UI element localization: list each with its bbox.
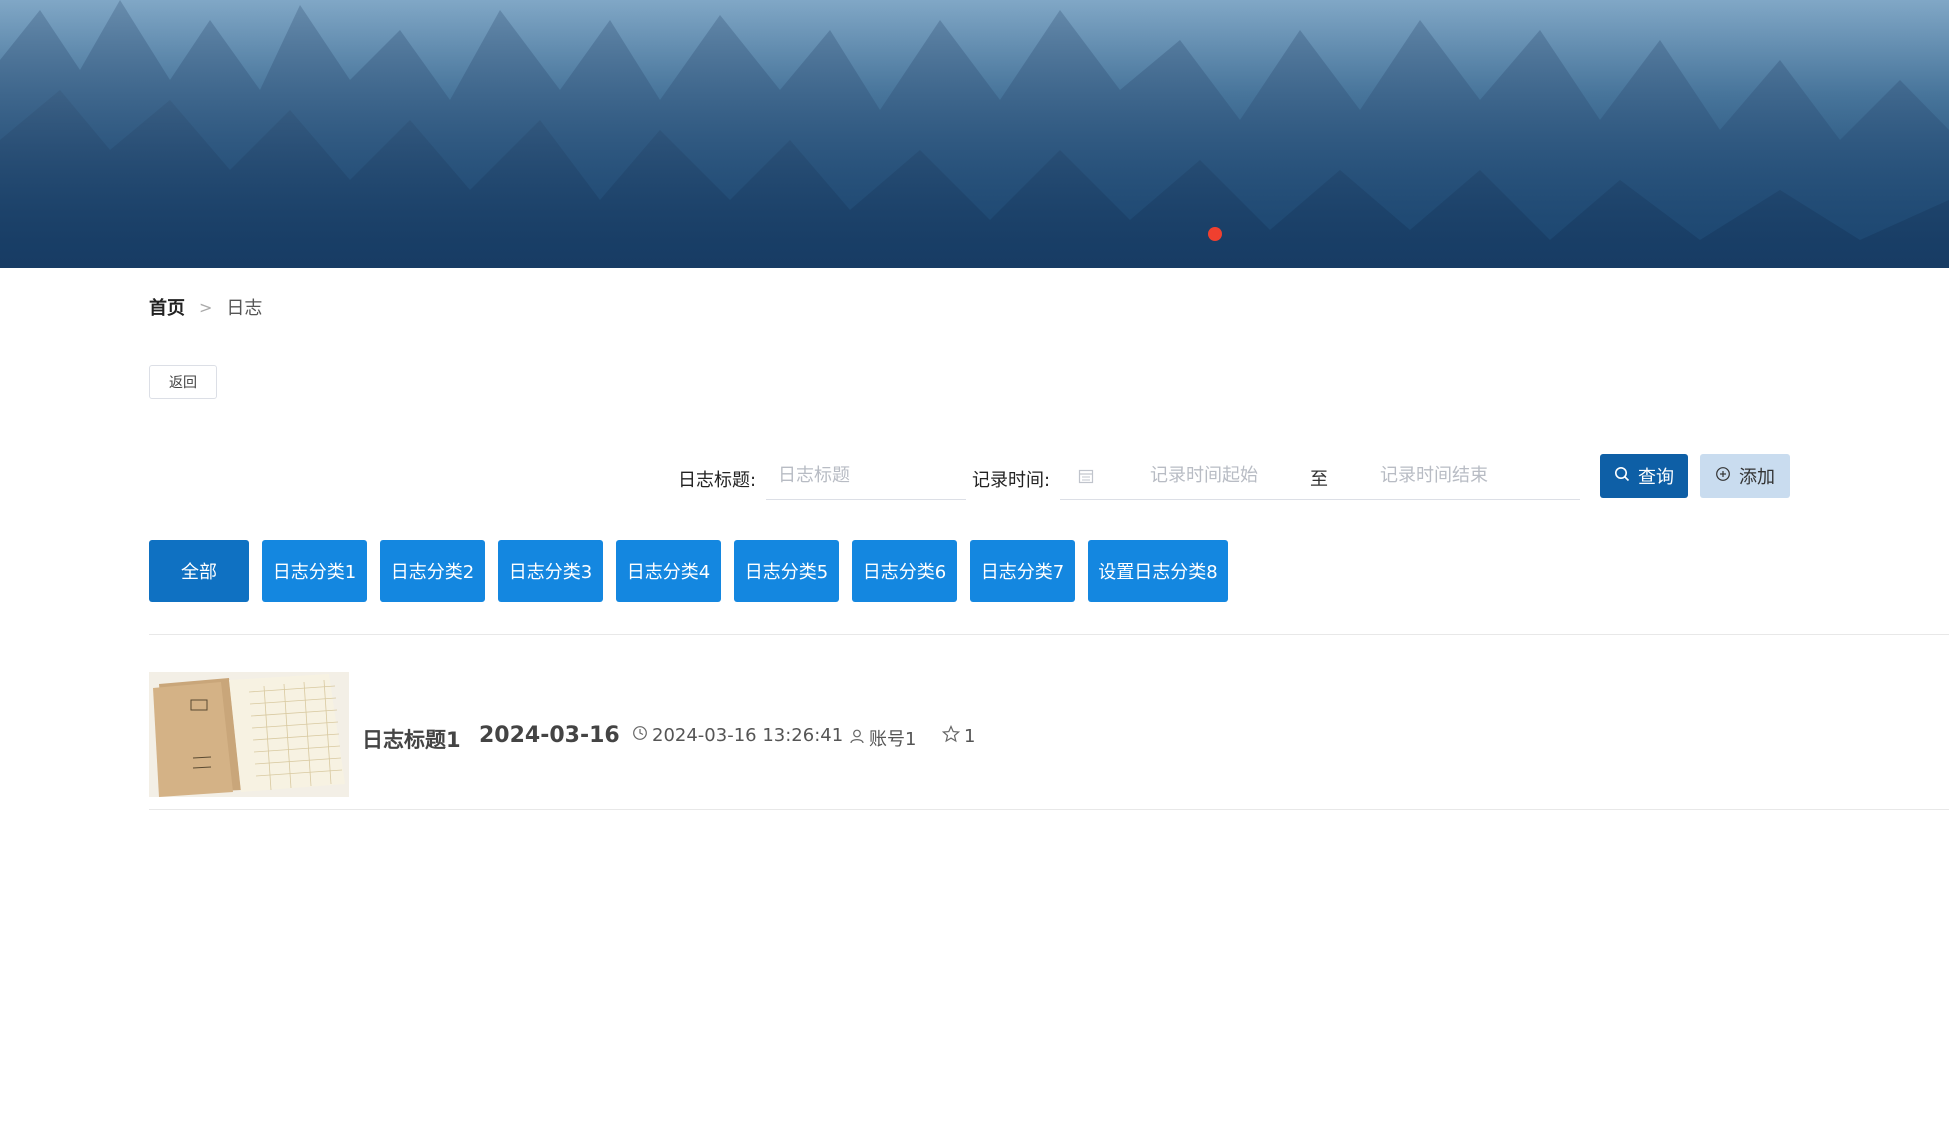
category-tab-4[interactable]: 日志分类4 (616, 540, 721, 602)
breadcrumb-separator: > (199, 297, 213, 317)
breadcrumb-home[interactable]: 首页 (149, 294, 185, 320)
forest-banner-image (0, 0, 1949, 268)
item-thumbnail[interactable] (149, 672, 349, 797)
category-tab-1[interactable]: 日志分类1 (262, 540, 367, 602)
carousel-indicator-dot[interactable] (1208, 227, 1222, 241)
item-account: 账号1 (849, 725, 916, 751)
time-range-picker[interactable]: 至 (1060, 452, 1580, 500)
time-end-input[interactable] (1380, 465, 1570, 486)
item-title[interactable]: 日志标题1 (362, 724, 461, 754)
calendar-icon (1078, 468, 1094, 489)
time-filter-label: 记录时间: (972, 470, 1051, 491)
category-tab-2[interactable]: 日志分类2 (380, 540, 485, 602)
search-icon (1614, 466, 1630, 487)
title-search-input[interactable] (766, 465, 966, 486)
item-timestamp-text: 2024-03-16 13:26:41 (652, 725, 844, 746)
item-stars-count: 1 (964, 726, 976, 747)
category-tab-3[interactable]: 日志分类3 (498, 540, 603, 602)
add-button-label: 添加 (1739, 467, 1775, 488)
breadcrumb-current: 日志 (226, 298, 263, 319)
plus-circle-icon (1715, 466, 1731, 487)
category-tabs: 全部 日志分类1 日志分类2 日志分类3 日志分类4 日志分类5 日志分类6 日… (149, 540, 1228, 602)
title-filter-field (766, 452, 966, 500)
user-icon (849, 728, 865, 749)
item-stars[interactable]: 1 (941, 724, 976, 748)
banner-carousel[interactable] (0, 0, 1949, 268)
query-button-label: 查询 (1638, 467, 1674, 488)
category-tab-5[interactable]: 日志分类5 (734, 540, 839, 602)
list-item[interactable]: 日志标题1 2024-03-16 2024-03-16 13:26:41 账号1… (149, 672, 1949, 797)
item-timestamp: 2024-03-16 13:26:41 (632, 725, 843, 746)
clock-icon (632, 725, 648, 746)
star-icon (941, 724, 961, 748)
category-tab-6[interactable]: 日志分类6 (852, 540, 957, 602)
list-divider-bottom (149, 809, 1949, 810)
query-button[interactable]: 查询 (1600, 454, 1688, 498)
title-filter-label: 日志标题: (678, 470, 757, 491)
category-tab-7[interactable]: 日志分类7 (970, 540, 1075, 602)
list-divider-top (149, 634, 1949, 635)
item-date: 2024-03-16 (479, 723, 620, 748)
category-tab-all[interactable]: 全部 (149, 540, 249, 602)
time-range-separator: 至 (1310, 469, 1328, 490)
add-button[interactable]: 添加 (1700, 454, 1790, 498)
back-button[interactable]: 返回 (149, 365, 217, 399)
category-tab-8[interactable]: 设置日志分类8 (1088, 540, 1228, 602)
item-account-text: 账号1 (869, 729, 917, 750)
breadcrumb: 首页 > 日志 (149, 294, 262, 320)
